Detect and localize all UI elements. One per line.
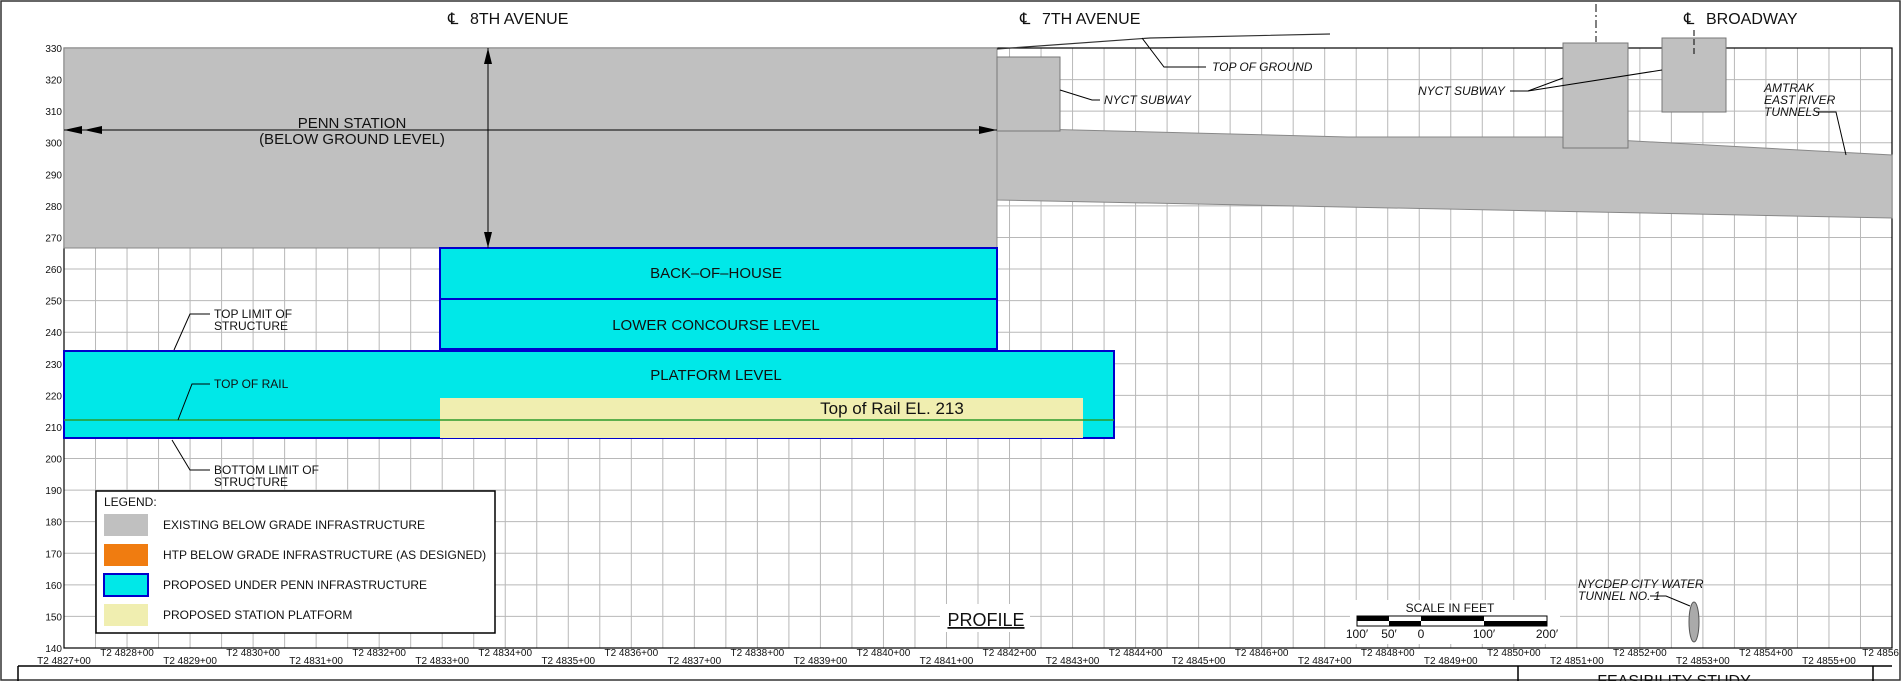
scale-label-200: 200′ — [1536, 627, 1559, 641]
centerline-symbol-8th: ℄ — [447, 11, 459, 28]
title-block-text: FEASIBILITY STUDY — [1597, 673, 1751, 681]
profile-title: PROFILE — [947, 610, 1024, 630]
station-tick-label: T2 4838+00 — [731, 648, 785, 659]
centerline-7th-avenue: 7TH AVENUE — [1042, 11, 1140, 28]
elevation-tick-label: 250 — [45, 297, 62, 308]
centerline-symbol-broadway: ℄ — [1683, 11, 1695, 28]
top-of-rail-annotation: TOP OF RAIL — [214, 377, 289, 391]
station-tick-label: T2 4844+00 — [1109, 648, 1163, 659]
legend-swatch-platform — [104, 604, 148, 626]
elevation-tick-label: 280 — [45, 202, 62, 213]
elevation-tick-label: 210 — [45, 423, 62, 434]
scale-title: SCALE IN FEET — [1406, 601, 1495, 615]
station-tick-label: T2 4834+00 — [478, 648, 532, 659]
centerline-8th-avenue: 8TH AVENUE — [470, 11, 568, 28]
scale-seg-3 — [1421, 616, 1484, 621]
elevation-tick-label: 260 — [45, 265, 62, 276]
legend-label-platform: PROPOSED STATION PLATFORM — [163, 608, 352, 622]
station-tick-label: T2 4830+00 — [226, 648, 280, 659]
lower-concourse-label: LOWER CONCOURSE LEVEL — [612, 317, 820, 334]
nycdep-label-2: TUNNEL NO. 1 — [1578, 589, 1660, 603]
station-tick-label: T2 4842+00 — [983, 648, 1037, 659]
station-tick-label: T2 4856 — [1862, 648, 1899, 659]
legend-title: LEGEND: — [104, 495, 157, 509]
top-of-rail-elevation-label: Top of Rail EL. 213 — [820, 399, 964, 418]
scale-seg-1 — [1357, 616, 1389, 621]
station-tick-label: T2 4832+00 — [352, 648, 406, 659]
legend-swatch-existing — [104, 514, 148, 536]
legend-label-htp: HTP BELOW GRADE INFRASTRUCTURE (AS DESIG… — [163, 548, 486, 562]
station-tick-label: T2 4850+00 — [1487, 648, 1541, 659]
scale-label-0: 0 — [1418, 627, 1425, 641]
elevation-tick-label: 180 — [45, 518, 62, 529]
penn-station-block — [63, 47, 998, 249]
elevation-tick-label: 310 — [45, 107, 62, 118]
scale-label-100-left: 100′ — [1346, 627, 1369, 641]
centerline-broadway: BROADWAY — [1706, 11, 1798, 28]
top-limit-label-2: STRUCTURE — [214, 319, 288, 333]
elevation-tick-label: 330 — [45, 44, 62, 55]
platform-level-label: PLATFORM LEVEL — [650, 367, 781, 384]
station-tick-label: T2 4828+00 — [100, 648, 154, 659]
penn-station-sublabel: (BELOW GROUND LEVEL) — [259, 131, 445, 148]
station-tick-label: T2 4852+00 — [1613, 648, 1667, 659]
elevation-tick-label: 170 — [45, 549, 62, 560]
scale-seg-4 — [1484, 621, 1547, 626]
elevation-tick-label: 320 — [45, 76, 62, 87]
legend: LEGEND: EXISTING BELOW GRADE INFRASTRUCT… — [95, 490, 496, 634]
bottom-limit-label-2: STRUCTURE — [214, 475, 288, 489]
legend-label-existing: EXISTING BELOW GRADE INFRASTRUCTURE — [163, 518, 425, 532]
legend-swatch-proposed — [103, 573, 149, 597]
top-of-ground-label: TOP OF GROUND — [1212, 60, 1313, 74]
station-tick-label: T2 4836+00 — [604, 648, 658, 659]
station-tick-label: T2 4854+00 — [1739, 648, 1793, 659]
back-of-house-label: BACK–OF–HOUSE — [650, 265, 782, 282]
station-platform — [440, 398, 1083, 438]
elevation-tick-label: 150 — [45, 612, 62, 623]
scale-label-100: 100′ — [1473, 627, 1496, 641]
elevation-tick-label: 290 — [45, 170, 62, 181]
centerline-symbol-7th: ℄ — [1019, 11, 1031, 28]
amtrak-label-3: TUNNELS — [1764, 105, 1820, 119]
scale-bar: SCALE IN FEET 100′ 50′ 0 100′ 200′ — [1346, 600, 1560, 644]
elevation-tick-label: 270 — [45, 233, 62, 244]
legend-label-proposed: PROPOSED UNDER PENN INFRASTRUCTURE — [163, 578, 427, 592]
nyct-subway-box-2 — [1562, 42, 1629, 149]
profile-drawing: ℄ 8TH AVENUE ℄ 7TH AVENUE ℄ BROADWAY PEN… — [0, 0, 1901, 681]
elevation-tick-label: 230 — [45, 360, 62, 371]
station-tick-label: T2 4840+00 — [857, 648, 911, 659]
elevation-tick-label: 160 — [45, 581, 62, 592]
scale-label-50: 50′ — [1381, 627, 1397, 641]
nyct-subway-label-2: NYCT SUBWAY — [1418, 84, 1506, 98]
legend-swatch-htp — [104, 544, 148, 566]
elevation-tick-label: 240 — [45, 328, 62, 339]
nyct-subway-label-1: NYCT SUBWAY — [1104, 93, 1192, 107]
elevation-tick-label: 190 — [45, 486, 62, 497]
nyct-subway-box-1 — [996, 56, 1061, 132]
scale-seg-2 — [1389, 621, 1421, 626]
water-tunnel-shape — [1688, 601, 1700, 643]
elevation-tick-label: 200 — [45, 455, 62, 466]
penn-station-label: PENN STATION — [298, 115, 407, 132]
elevation-tick-label: 300 — [45, 139, 62, 150]
elevation-tick-label: 220 — [45, 391, 62, 402]
station-tick-label: T2 4846+00 — [1235, 648, 1289, 659]
elevation-tick-label: 140 — [45, 644, 62, 655]
station-tick-label: T2 4848+00 — [1361, 648, 1415, 659]
